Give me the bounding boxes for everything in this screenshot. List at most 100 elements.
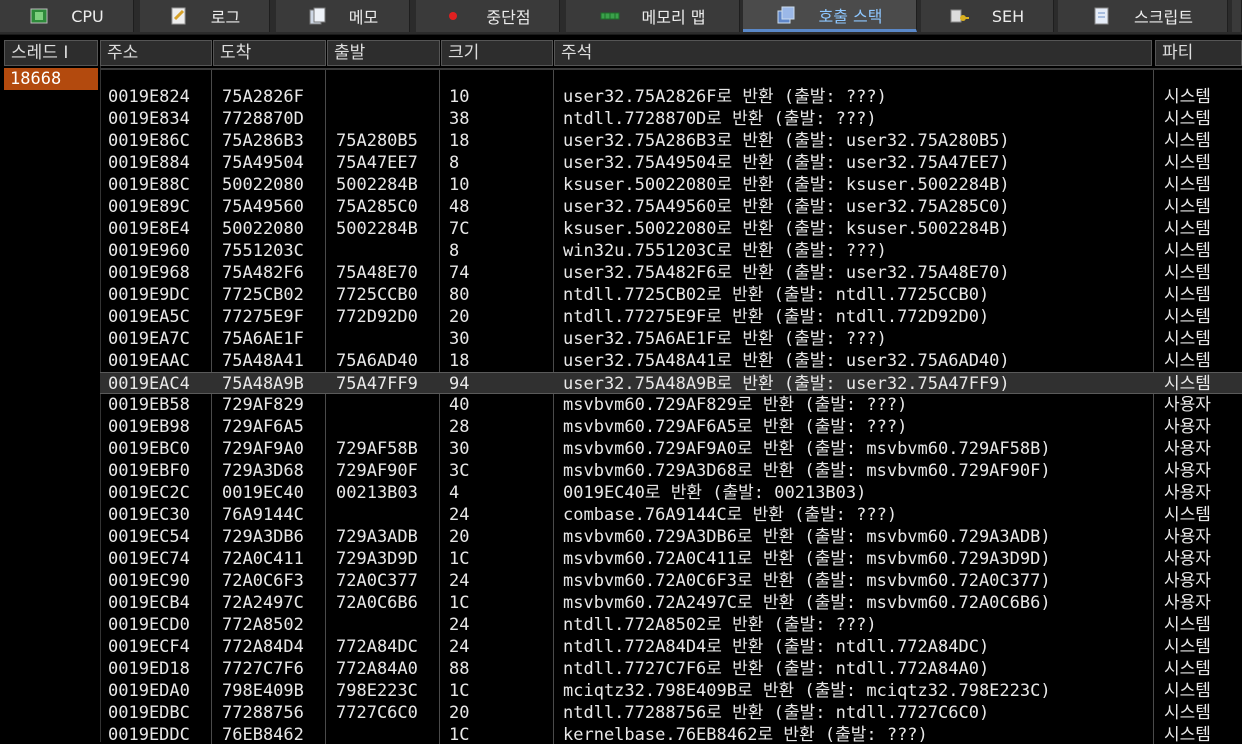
cell-party: 사용자 bbox=[1164, 461, 1211, 481]
tab-overflow[interactable] bbox=[1232, 0, 1242, 32]
table-row[interactable]: 0019E88C 50022080 5002284B 10 ksuser.5002208… bbox=[100, 174, 1242, 196]
table-row[interactable]: 0019ED18 7727C7F6 772A84A0 88 ntdll.7727C7F6… bbox=[100, 658, 1242, 680]
cell-comment: ksuser.50022080로 반환 (출발: ksuser.5002284B… bbox=[563, 175, 1010, 195]
tab-label: 메모리 맵 bbox=[641, 8, 706, 27]
cell-size: 1C bbox=[449, 725, 470, 744]
column-header-party[interactable]: 파티 bbox=[1155, 40, 1242, 66]
cell-comment: msvbvm60.729A3DB6로 반환 (출발: msvbvm60.729A… bbox=[563, 527, 1051, 547]
table-row[interactable]: 0019E8E4 50022080 5002284B 7C ksuser.5002208… bbox=[100, 218, 1242, 240]
cell-size: 74 bbox=[449, 263, 470, 283]
cell-party: 시스템 bbox=[1164, 153, 1211, 173]
cell-from: 75A47EE7 bbox=[336, 153, 418, 173]
tab-cpu-chip[interactable]: CPU bbox=[0, 0, 134, 32]
cell-size: 28 bbox=[449, 417, 470, 437]
thread-column-header[interactable]: 스레드 I bbox=[4, 40, 98, 66]
table-row[interactable]: 0019EC74 72A0C411 729A3D9D 1C msvbvm60.72A0C… bbox=[100, 548, 1242, 570]
cell-from: 75A6AD40 bbox=[336, 351, 418, 371]
cell-comment: win32u.7551203C로 반환 (출발: ???) bbox=[563, 241, 887, 261]
table-row[interactable]: 0019EA7C 75A6AE1F 30 user32.75A6AE1F로 반환 (출… bbox=[100, 328, 1242, 350]
table-row[interactable]: 0019ECD0 772A8502 24 ntdll.772A8502로 반환 (출발… bbox=[100, 614, 1242, 636]
cell-address: 0019EA5C bbox=[108, 307, 190, 327]
tab-seh-key[interactable]: SEH bbox=[921, 0, 1054, 32]
table-row[interactable]: 0019ECF4 772A84D4 772A84DC 24 ntdll.772A84D4… bbox=[100, 636, 1242, 658]
column-header-from[interactable]: 출발 bbox=[327, 40, 440, 66]
cell-party: 시스템 bbox=[1164, 175, 1211, 195]
cell-size: 20 bbox=[449, 527, 470, 547]
cell-comment: ntdll.7725CB02로 반환 (출발: ntdll.7725CCB0) bbox=[563, 285, 990, 305]
cell-address: 0019ECF4 bbox=[108, 637, 190, 657]
call-stack-rows[interactable]: 0019E824 75A2826F 10 user32.75A2826F로 반환 (출… bbox=[100, 68, 1242, 744]
tab-script[interactable]: 스크립트 bbox=[1058, 0, 1228, 32]
table-row[interactable]: 0019E884 75A49504 75A47EE7 8 user32.75A49504… bbox=[100, 152, 1242, 174]
table-row[interactable]: 0019EDA0 798E409B 798E223C 1C mciqtz32.798E4… bbox=[100, 680, 1242, 702]
cell-comment: ntdll.772A84D4로 반환 (출발: ntdll.772A84DC) bbox=[563, 637, 990, 657]
table-row[interactable]: 0019EB58 729AF829 40 msvbvm60.729AF829로 반환 … bbox=[100, 394, 1242, 416]
cell-party: 사용자 bbox=[1164, 571, 1211, 591]
cell-address: 0019EB98 bbox=[108, 417, 190, 437]
table-row[interactable]: 0019EBC0 729AF9A0 729AF58B 30 msvbvm60.729AF… bbox=[100, 438, 1242, 460]
thread-item[interactable]: 18668 bbox=[4, 68, 98, 90]
table-row[interactable]: 0019ECB4 72A2497C 72A0C6B6 1C msvbvm60.72A24… bbox=[100, 592, 1242, 614]
tab-breakpoint-dot[interactable]: 중단점 bbox=[416, 0, 560, 32]
cell-party: 시스템 bbox=[1164, 241, 1211, 261]
cell-address: 0019ED18 bbox=[108, 659, 190, 679]
cell-to: 7728870D bbox=[222, 109, 304, 129]
table-row[interactable]: 0019EDDC 76EB8462 1C kernelbase.76EB8462로 반… bbox=[100, 724, 1242, 744]
cell-from: 729AF90F bbox=[336, 461, 418, 481]
tab-call-stack[interactable]: 호출 스택 bbox=[743, 0, 917, 32]
table-row[interactable]: 0019EBF0 729A3D68 729AF90F 3C msvbvm60.729A3… bbox=[100, 460, 1242, 482]
cell-size: 4 bbox=[449, 483, 460, 503]
table-row[interactable]: 0019EB98 729AF6A5 28 msvbvm60.729AF6A5로 반환 … bbox=[100, 416, 1242, 438]
cell-to: 729AF829 bbox=[222, 395, 304, 415]
cell-to: 729AF9A0 bbox=[222, 439, 304, 459]
cell-to: 729AF6A5 bbox=[222, 417, 304, 437]
cell-to: 72A0C411 bbox=[222, 549, 304, 569]
tab-log-notepad[interactable]: 로그 bbox=[140, 0, 270, 32]
column-header-comment[interactable]: 주석 bbox=[554, 40, 1152, 66]
cell-address: 0019ECD0 bbox=[108, 615, 190, 635]
table-row[interactable]: 0019EC30 76A9144C 24 combase.76A9144C로 반환 (… bbox=[100, 504, 1242, 526]
table-row[interactable]: 0019EC54 729A3DB6 729A3ADB 20 msvbvm60.729A3… bbox=[100, 526, 1242, 548]
cell-party: 시스템 bbox=[1164, 197, 1211, 217]
cell-size: 1C bbox=[449, 681, 470, 701]
column-header-to[interactable]: 도착 bbox=[213, 40, 326, 66]
table-row[interactable]: 0019EC90 72A0C6F3 72A0C377 24 msvbvm60.72A0C… bbox=[100, 570, 1242, 592]
tab-notes[interactable]: 메모 bbox=[276, 0, 410, 32]
column-header-address[interactable]: 주소 bbox=[100, 40, 212, 66]
table-row[interactable]: 0019E86C 75A286B3 75A280B5 18 user32.75A286B… bbox=[100, 130, 1242, 152]
cell-to: 75A2826F bbox=[222, 87, 304, 107]
cell-from: 7725CCB0 bbox=[336, 285, 418, 305]
table-row[interactable]: 0019E89C 75A49560 75A285C0 48 user32.75A4956… bbox=[100, 196, 1242, 218]
cell-comment: 0019EC40로 반환 (출발: 00213B03) bbox=[563, 483, 867, 503]
cell-address: 0019E88C bbox=[108, 175, 190, 195]
cpu-chip-icon bbox=[29, 7, 49, 25]
table-row[interactable]: 0019E968 75A482F6 75A48E70 74 user32.75A482F… bbox=[100, 262, 1242, 284]
table-row[interactable]: 0019E9DC 7725CB02 7725CCB0 80 ntdll.7725CB02… bbox=[100, 284, 1242, 306]
cell-size: 40 bbox=[449, 395, 470, 415]
tab-label: CPU bbox=[71, 6, 104, 26]
table-row[interactable]: 0019EAAC 75A48A41 75A6AD40 18 user32.75A48A4… bbox=[100, 350, 1242, 372]
table-row[interactable]: 0019EA5C 77275E9F 772D92D0 20 ntdll.77275E9F… bbox=[100, 306, 1242, 328]
table-row[interactable]: 0019EDBC 77288756 7727C6C0 20 ntdll.77288756… bbox=[100, 702, 1242, 724]
table-row[interactable]: 0019E834 7728870D 38 ntdll.7728870D로 반환 (출발… bbox=[100, 108, 1242, 130]
table-row[interactable]: 0019E960 7551203C 8 win32u.7551203C로 반환 (출발… bbox=[100, 240, 1242, 262]
cell-from: 5002284B bbox=[336, 175, 418, 195]
tab-memory-map[interactable]: 메모리 맵 bbox=[566, 0, 740, 32]
cell-size: 20 bbox=[449, 703, 470, 723]
cell-size: 1C bbox=[449, 549, 470, 569]
cell-size: 20 bbox=[449, 307, 470, 327]
cell-party: 사용자 bbox=[1164, 527, 1211, 547]
cell-to: 772A8502 bbox=[222, 615, 304, 635]
cell-address: 0019E834 bbox=[108, 109, 190, 129]
cell-from: 729AF58B bbox=[336, 439, 418, 459]
cell-party: 사용자 bbox=[1164, 417, 1211, 437]
cell-comment: ksuser.50022080로 반환 (출발: ksuser.5002284B… bbox=[563, 219, 1010, 239]
cell-from: 5002284B bbox=[336, 219, 418, 239]
column-header-size[interactable]: 크기 bbox=[441, 40, 553, 66]
table-row[interactable]: 0019E824 75A2826F 10 user32.75A2826F로 반환 (출… bbox=[100, 86, 1242, 108]
tab-label: 중단점 bbox=[486, 8, 531, 27]
table-row[interactable]: 0019EC2C 0019EC40 00213B03 4 0019EC40로 반환 (출… bbox=[100, 482, 1242, 504]
cell-size: 80 bbox=[449, 285, 470, 305]
table-row[interactable]: 0019EAC4 75A48A9B 75A47FF9 94 user32.75A48A9… bbox=[100, 372, 1242, 394]
cell-from: 729A3D9D bbox=[336, 549, 418, 569]
